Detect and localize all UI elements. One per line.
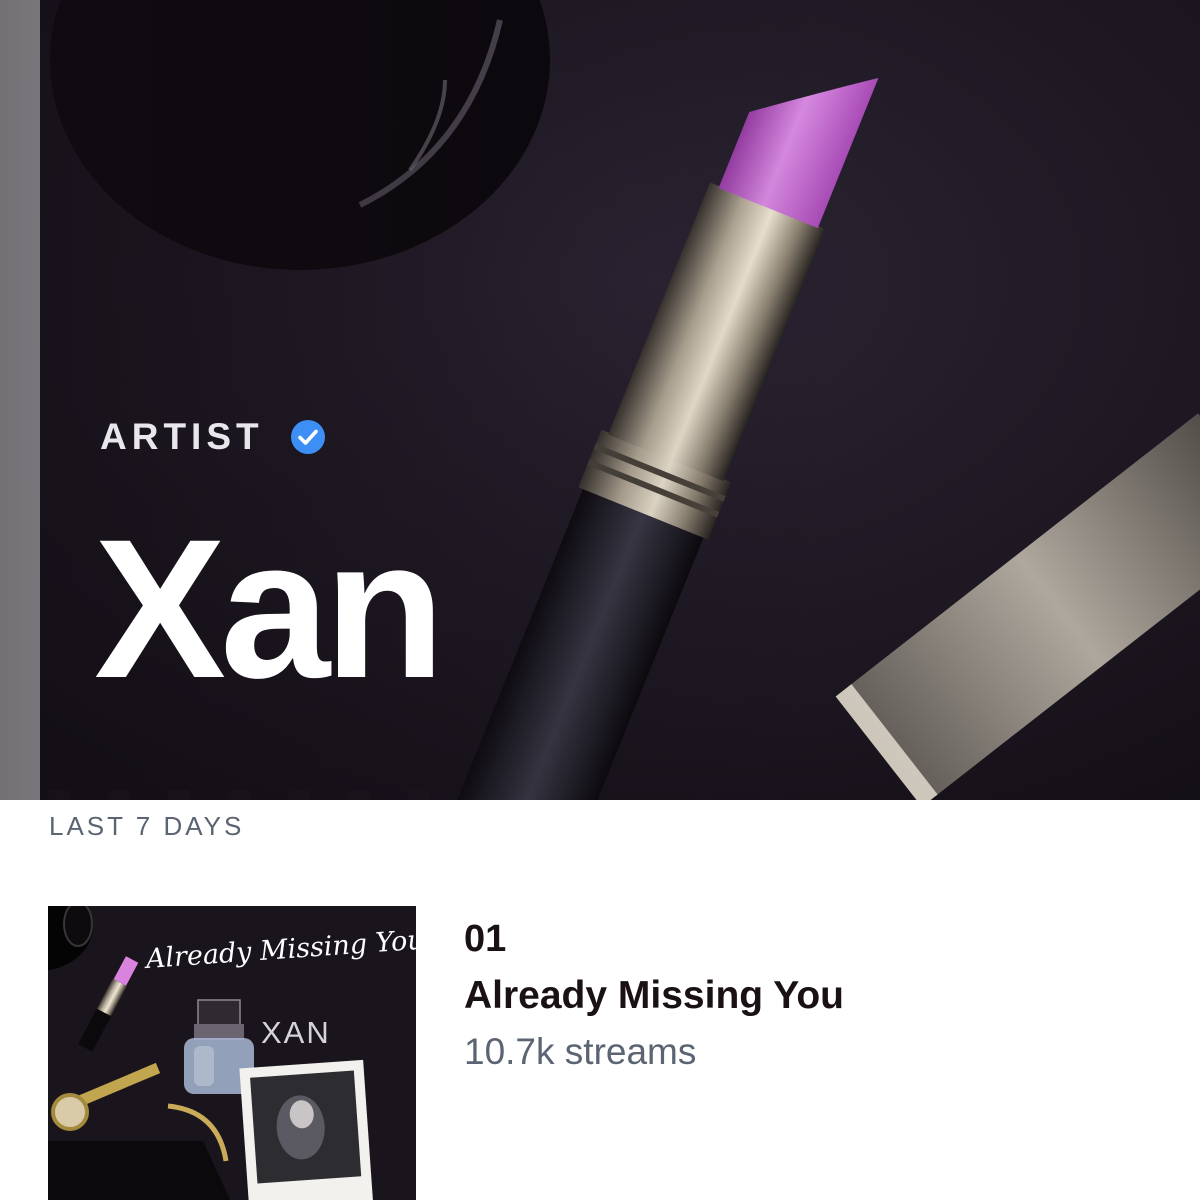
artist-label: ARTIST — [100, 416, 264, 457]
artist-page: ARTIST Xan LAST 7 DAYS Already Missing Y… — [0, 0, 1200, 1200]
top-songs-section: LAST 7 DAYS Already Missing You XAN 01 A… — [0, 790, 1200, 1200]
period-label: LAST 7 DAYS — [49, 811, 245, 841]
album-cover-artist: XAN — [261, 1015, 331, 1050]
track-title[interactable]: Already Missing You — [464, 976, 844, 1015]
album-cover[interactable]: Already Missing You XAN — [48, 906, 416, 1200]
track-rank: 01 — [464, 918, 507, 960]
track-streams: 10.7k streams — [464, 1031, 697, 1072]
track-row[interactable]: Already Missing You XAN 01 Already Missi… — [48, 906, 1148, 1200]
verified-check-icon — [290, 419, 325, 454]
track-info: 01 Already Missing You 10.7k streams — [464, 920, 844, 1070]
artist-name: Xan — [94, 498, 445, 719]
artist-header: ARTIST Xan — [0, 0, 1200, 800]
artist-meta: ARTIST — [100, 418, 326, 455]
